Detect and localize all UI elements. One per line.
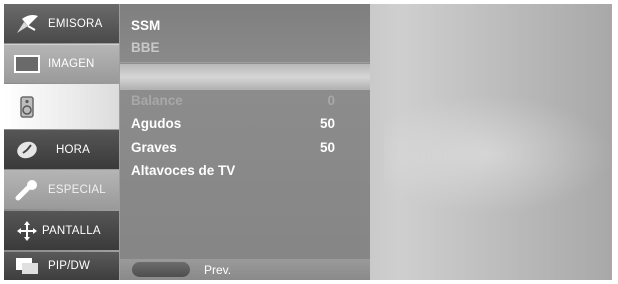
tab-imagen[interactable]: IMAGEN	[4, 44, 119, 83]
agudos-value: 50	[319, 116, 335, 131]
menu-item-agudos[interactable]: Agudos	[131, 116, 181, 131]
picture-icon	[12, 51, 42, 77]
menu-item-graves[interactable]: Graves	[131, 140, 177, 155]
tab-pantalla-label: PANTALLA	[42, 224, 101, 237]
tab-hora[interactable]: HORA	[4, 130, 119, 169]
cross-arrows-icon	[12, 218, 42, 244]
menu-separator	[120, 64, 370, 90]
tab-audio-selected[interactable]	[4, 84, 119, 129]
tab-especial[interactable]: ESPECIAL	[4, 170, 119, 209]
main-menu-sidebar: EMISORA IMAGEN HORA ESPECIAL PANTALLA PI…	[4, 4, 119, 280]
tv-screen: EMISORA IMAGEN HORA ESPECIAL PANTALLA PI…	[4, 4, 612, 280]
footer-bar: Prev.	[120, 259, 370, 280]
tab-emisora[interactable]: EMISORA	[4, 4, 119, 43]
key-icon	[12, 177, 42, 203]
graves-value: 50	[319, 140, 335, 155]
tab-emisora-label: EMISORA	[48, 17, 103, 30]
prev-button-icon[interactable]	[132, 262, 190, 277]
tab-especial-label: ESPECIAL	[48, 183, 106, 196]
audio-submenu-panel: SSM BBE Balance 0 Agudos 50 Graves 50 Al…	[120, 4, 370, 280]
tab-imagen-label: IMAGEN	[48, 58, 95, 70]
menu-item-altavoces[interactable]: Altavoces de TV	[131, 163, 235, 178]
menu-item-ssm[interactable]: SSM	[131, 18, 160, 33]
menu-item-balance[interactable]: Balance	[131, 93, 183, 108]
screen-glare	[384, 94, 612, 214]
clock-icon	[12, 137, 42, 163]
tab-pantalla[interactable]: PANTALLA	[4, 211, 119, 250]
balance-value: 0	[327, 93, 335, 108]
tab-hora-label: HORA	[56, 143, 91, 156]
tab-pip-dw-label: PIP/DW	[48, 260, 91, 272]
antenna-icon	[12, 11, 42, 37]
pip-icon	[12, 253, 42, 279]
prev-label: Prev.	[204, 262, 232, 277]
speaker-icon	[12, 94, 42, 120]
tab-pip-dw[interactable]: PIP/DW	[4, 252, 119, 280]
menu-item-bbe[interactable]: BBE	[131, 40, 160, 55]
